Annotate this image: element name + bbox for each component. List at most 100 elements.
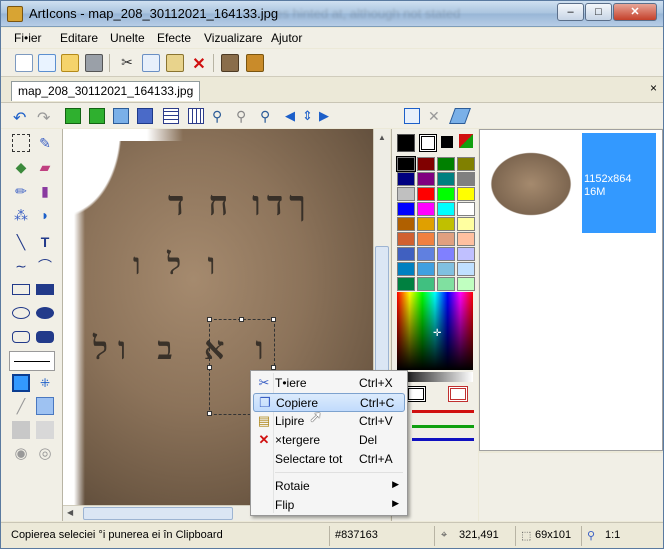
color-swatch[interactable] — [397, 217, 415, 231]
ellipse-tool-icon[interactable] — [12, 307, 30, 319]
properties-icon[interactable] — [404, 108, 420, 124]
context-paste[interactable]: ▤ Lipire Ctrl+V — [253, 412, 405, 431]
context-copy[interactable]: ❐ Copiere Ctrl+C — [253, 393, 405, 412]
color-swatch[interactable] — [457, 202, 475, 216]
color-swatch[interactable] — [457, 157, 475, 171]
color-swatch[interactable] — [437, 277, 455, 291]
color-preview-1[interactable] — [406, 386, 426, 402]
text-tool-icon[interactable]: T — [36, 233, 54, 251]
color-swatch[interactable] — [397, 232, 415, 246]
move-right-icon[interactable]: ▶ — [319, 108, 335, 124]
layers-2-tool-icon[interactable] — [36, 421, 54, 439]
redo-icon[interactable]: ↷ — [37, 108, 53, 127]
context-flip[interactable]: Flip ▶ — [253, 496, 405, 515]
delete-icon[interactable]: ✕ — [190, 54, 208, 73]
color-preview-2[interactable] — [448, 386, 468, 402]
zoom-in-icon[interactable]: ⚲ — [212, 108, 228, 124]
color-swatch[interactable] — [417, 157, 435, 171]
grid-2-icon[interactable] — [188, 108, 204, 124]
context-cut[interactable]: ✂ T•iere Ctrl+X — [253, 374, 405, 393]
transparent-color-icon[interactable] — [441, 136, 453, 148]
menu-file[interactable]: Fi•ier — [14, 31, 42, 45]
stamp-tool-icon[interactable]: ◎ — [36, 445, 54, 463]
primary-color-swatch[interactable] — [397, 134, 415, 152]
copy-icon[interactable] — [142, 54, 160, 72]
selection-handle[interactable] — [207, 317, 212, 322]
menu-edit[interactable]: Editare — [60, 31, 98, 45]
color-swatch[interactable] — [457, 262, 475, 276]
green-slider[interactable] — [412, 425, 474, 428]
selection-handle[interactable] — [207, 411, 212, 416]
eraser-icon[interactable] — [449, 108, 471, 124]
color-swatch[interactable] — [417, 247, 435, 261]
selection-handle[interactable] — [239, 317, 244, 322]
vertical-scroll-thumb[interactable] — [375, 246, 389, 388]
layer-green-icon[interactable] — [65, 108, 81, 124]
color-swatch[interactable] — [397, 202, 415, 216]
color-swatch[interactable] — [397, 247, 415, 261]
blue-slider[interactable] — [412, 438, 474, 441]
secondary-color-swatch[interactable] — [419, 134, 437, 152]
cube-icon[interactable] — [113, 108, 129, 124]
color-swatch[interactable] — [417, 277, 435, 291]
context-delete[interactable]: ✕ ×tergere Del — [253, 431, 405, 450]
cut-icon[interactable]: ✂ — [118, 54, 136, 72]
paste-icon[interactable] — [166, 54, 184, 72]
smooth-tool-icon[interactable]: ╱ — [12, 397, 30, 415]
color-swatch[interactable] — [417, 172, 435, 186]
filled-rectangle-tool-icon[interactable] — [36, 284, 54, 295]
curve-tool-icon[interactable]: ∼ — [12, 257, 30, 275]
tab-document[interactable]: map_208_30112021_164133.jpg — [11, 81, 201, 101]
selected-format[interactable]: 1152x864 16M — [582, 133, 656, 233]
clear-icon[interactable]: ✕ — [428, 108, 444, 124]
color-swatch[interactable] — [437, 202, 455, 216]
color-swatch[interactable] — [397, 277, 415, 291]
resource-icon[interactable] — [221, 54, 239, 72]
maximize-button[interactable]: □ — [585, 3, 612, 21]
context-select-all[interactable]: Selectare tot Ctrl+A — [253, 450, 405, 469]
color-swatch[interactable] — [417, 217, 435, 231]
color-swatch[interactable] — [437, 172, 455, 186]
filled-ellipse-tool-icon[interactable] — [36, 307, 54, 319]
color-swatch[interactable] — [457, 247, 475, 261]
rounded-rect-tool-icon[interactable] — [12, 331, 30, 343]
pencil-tool-icon[interactable]: ✏ — [12, 182, 30, 200]
menu-effects[interactable]: Efecte — [157, 31, 191, 45]
color-swatch[interactable] — [437, 262, 455, 276]
color-swatch[interactable] — [417, 232, 435, 246]
eraser-tool-icon[interactable]: ▰ — [36, 158, 54, 176]
move-vertical-icon[interactable]: ⇕ — [302, 108, 318, 124]
selection-handle[interactable] — [271, 317, 276, 322]
color-swatch[interactable] — [397, 172, 415, 186]
layers-tool-icon[interactable] — [12, 421, 30, 439]
fill-tool-icon[interactable]: ◆ — [12, 158, 30, 176]
menu-tools[interactable]: Unelte — [110, 31, 145, 45]
minimize-button[interactable]: – — [557, 3, 584, 21]
filled-rounded-rect-tool-icon[interactable] — [36, 331, 54, 343]
close-tab-icon[interactable]: × — [650, 81, 657, 95]
title-bar[interactable]: ArtIcons - map_208_30112021_164133.jpg r… — [1, 1, 663, 27]
new-icon-icon[interactable] — [38, 54, 56, 72]
mode-pattern-icon[interactable]: ⁜ — [36, 374, 54, 392]
color-picker-tool-icon[interactable]: ✎ — [36, 134, 54, 152]
rect-select-tool-icon[interactable] — [12, 134, 30, 152]
zoom-out-icon[interactable]: ⚲ — [236, 108, 252, 124]
color-swatch[interactable] — [457, 187, 475, 201]
color-swatch[interactable] — [437, 217, 455, 231]
blur-tool-icon[interactable] — [36, 397, 54, 415]
brush-tool-icon[interactable]: ▮ — [36, 182, 54, 200]
color-spectrum[interactable]: ✛ — [397, 292, 473, 370]
color-swatch[interactable] — [397, 262, 415, 276]
context-rotate[interactable]: Rotaie ▶ — [253, 477, 405, 496]
save-icon[interactable] — [85, 54, 103, 72]
frame-icon[interactable] — [137, 108, 153, 124]
scroll-up-icon[interactable]: ▲ — [378, 133, 386, 142]
layer-green-2-icon[interactable] — [89, 108, 105, 124]
color-swatch[interactable] — [417, 202, 435, 216]
red-slider[interactable] — [412, 410, 474, 413]
scroll-left-icon[interactable]: ◀ — [67, 508, 73, 517]
thumbnail-image[interactable] — [485, 148, 577, 220]
clone-tool-icon[interactable]: ◉ — [12, 445, 30, 463]
airbrush-tool-icon[interactable]: ⁂ — [12, 206, 30, 224]
close-button[interactable]: ✕ — [613, 3, 657, 21]
